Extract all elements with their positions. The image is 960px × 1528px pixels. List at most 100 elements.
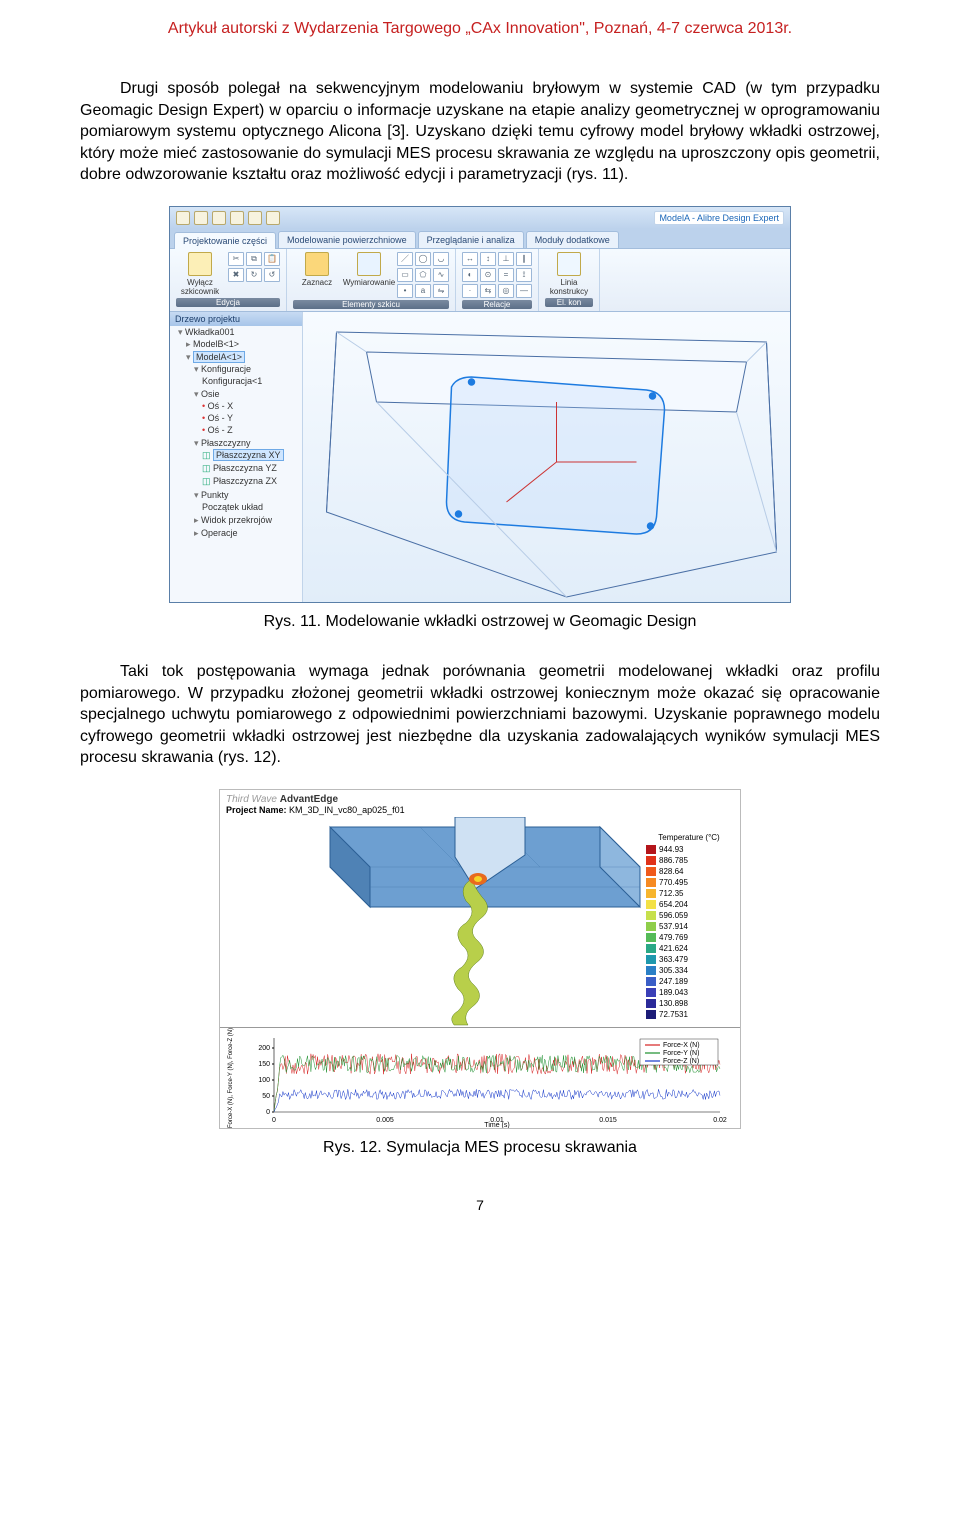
sym-icon[interactable]: ⇆ (480, 284, 496, 298)
open-icon[interactable] (212, 211, 226, 225)
line-icon[interactable]: ／ (397, 252, 413, 266)
mid-icon[interactable]: · (462, 284, 478, 298)
delete-icon[interactable]: ✖ (228, 268, 244, 282)
tree-title: Drzewo projektu (170, 312, 302, 326)
tree-axes[interactable]: Osie Oś - X Oś - Y Oś - Z (190, 388, 302, 437)
tree-axis-y[interactable]: Oś - Y (198, 412, 302, 424)
rect-icon[interactable]: ▭ (397, 268, 413, 282)
construction-line-icon (557, 252, 581, 276)
equal-icon[interactable]: = (498, 268, 514, 282)
colorbar-swatch (646, 944, 656, 953)
svg-text:0: 0 (272, 1117, 276, 1124)
btn-select[interactable]: Zaznacz (293, 252, 341, 298)
tree-root[interactable]: Wkładka001 ModelB<1> ModelA<1> Konfigura… (174, 326, 302, 542)
paragraph-1: Drugi sposób polegał na sekwencyjnym mod… (80, 78, 880, 186)
temperature-colorbar: Temperature (°C) 944.93886.785828.64770.… (646, 833, 732, 1020)
colorbar-value: 363.479 (659, 954, 688, 965)
mirror-icon[interactable]: ⇋ (433, 284, 449, 298)
colorbar-swatch (646, 900, 656, 909)
tree-config[interactable]: Konfiguracje Konfiguracja<1 (190, 363, 302, 388)
edit-tools: ✂ ⧉ 📋 ✖ ↻ ↺ (228, 252, 280, 296)
colorbar-swatch (646, 911, 656, 920)
colorbar-row: 596.059 (646, 910, 732, 921)
colorbar-row: 189.043 (646, 987, 732, 998)
print-icon[interactable] (266, 211, 280, 225)
vert-icon[interactable]: ↕ (480, 252, 496, 266)
colorbar-value: 654.204 (659, 899, 688, 910)
cut-icon[interactable]: ✂ (228, 252, 244, 266)
colorbar-value: 72.7531 (659, 1009, 688, 1020)
tab-part-design[interactable]: Projektowanie części (174, 232, 276, 249)
tree-planes[interactable]: Płaszczyzny Płaszczyzna XY Płaszczyzna Y… (190, 437, 302, 489)
tree-config1[interactable]: Konfiguracja<1 (198, 375, 302, 387)
colorbar-row: 130.898 (646, 998, 732, 1009)
undo2-icon[interactable]: ↺ (264, 268, 280, 282)
arc-icon[interactable]: ◡ (433, 252, 449, 266)
colorbar-value: 421.624 (659, 943, 688, 954)
colorbar-row: 944.93 (646, 844, 732, 855)
redo2-icon[interactable]: ↻ (246, 268, 262, 282)
btn-close-sketch[interactable]: Wyłącz szkicownik (176, 252, 224, 296)
colorbar-swatch (646, 999, 656, 1008)
colorbar-value: 886.785 (659, 855, 688, 866)
poly-icon[interactable]: ⬠ (415, 268, 431, 282)
copy-icon[interactable]: ⧉ (246, 252, 262, 266)
btn-dimension[interactable]: Wymiarowanie (345, 252, 393, 298)
parallel-icon[interactable]: ∥ (516, 252, 532, 266)
tree-sections[interactable]: Widok przekrojów (190, 514, 302, 527)
cad-3d-view[interactable] (303, 312, 790, 602)
tab-surface[interactable]: Modelowanie powierzchniowe (278, 231, 416, 248)
svg-text:0.005: 0.005 (376, 1117, 394, 1124)
colorbar-row: 886.785 (646, 855, 732, 866)
tab-analysis[interactable]: Przeglądanie i analiza (418, 231, 524, 248)
colorbar-value: 305.334 (659, 965, 688, 976)
horiz-icon[interactable]: ↔ (462, 252, 478, 266)
app-icon (176, 211, 190, 225)
btn-construction-line[interactable]: Linia konstrukcy (545, 252, 593, 296)
colorbar-swatch (646, 1010, 656, 1019)
colorbar-value: 247.189 (659, 976, 688, 987)
tree-modela[interactable]: ModelA<1> Konfiguracje Konfiguracja<1 Os… (182, 351, 302, 541)
concentric-icon[interactable]: ◎ (498, 284, 514, 298)
feature-tree[interactable]: Drzewo projektu Wkładka001 ModelB<1> Mod… (170, 312, 303, 602)
svg-text:0.015: 0.015 (599, 1117, 617, 1124)
paste-icon[interactable]: 📋 (264, 252, 280, 266)
tangent-icon[interactable]: ◐ (462, 268, 478, 282)
colorbar-row: 654.204 (646, 899, 732, 910)
redo-icon[interactable] (248, 211, 262, 225)
legend-fy: Force-Y (N) (663, 1050, 699, 1057)
colorbar-value: 828.64 (659, 866, 683, 877)
sketch-off-icon (188, 252, 212, 276)
colorbar-swatch (646, 966, 656, 975)
ribbon-group-edit: Wyłącz szkicownik ✂ ⧉ 📋 ✖ ↻ ↺ Edycja (170, 249, 287, 311)
colorbar-row: 421.624 (646, 943, 732, 954)
tree-operations[interactable]: Operacje (190, 527, 302, 540)
text-icon[interactable]: a (415, 284, 431, 298)
save-icon[interactable] (194, 211, 208, 225)
tree-axis-z[interactable]: Oś - Z (198, 424, 302, 436)
collinear-icon[interactable]: — (516, 284, 532, 298)
circle-icon[interactable]: ◯ (415, 252, 431, 266)
tree-plane-yz[interactable]: Płaszczyzna YZ (198, 462, 302, 475)
coinc-icon[interactable]: ⊙ (480, 268, 496, 282)
undo-icon[interactable] (230, 211, 244, 225)
spline-icon[interactable]: ∿ (433, 268, 449, 282)
colorbar-row: 537.914 (646, 921, 732, 932)
point-icon[interactable]: • (397, 284, 413, 298)
tree-points[interactable]: Punkty Początek układ (190, 489, 302, 514)
cad-titlebar: ModelA - Alibre Design Expert (170, 207, 790, 229)
sim-brand: Third Wave AdvantEdge (226, 794, 338, 805)
ribbon-tabs: Projektowanie części Modelowanie powierz… (170, 229, 790, 248)
tree-plane-zx[interactable]: Płaszczyzna ZX (198, 475, 302, 488)
colorbar-row: 712.35 (646, 888, 732, 899)
tree-modelb[interactable]: ModelB<1> (182, 338, 302, 351)
tree-origin[interactable]: Początek układ (198, 501, 302, 513)
figure-12: Third Wave AdvantEdge Project Name: KM_3… (80, 789, 880, 1129)
tab-addons[interactable]: Moduły dodatkowe (526, 231, 619, 248)
colorbar-value: 537.914 (659, 921, 688, 932)
tree-plane-xy[interactable]: Płaszczyzna XY (198, 449, 302, 462)
fix-icon[interactable]: ⟟ (516, 268, 532, 282)
tree-axis-x[interactable]: Oś - X (198, 400, 302, 412)
perp-icon[interactable]: ⊥ (498, 252, 514, 266)
colorbar-value: 770.495 (659, 877, 688, 888)
